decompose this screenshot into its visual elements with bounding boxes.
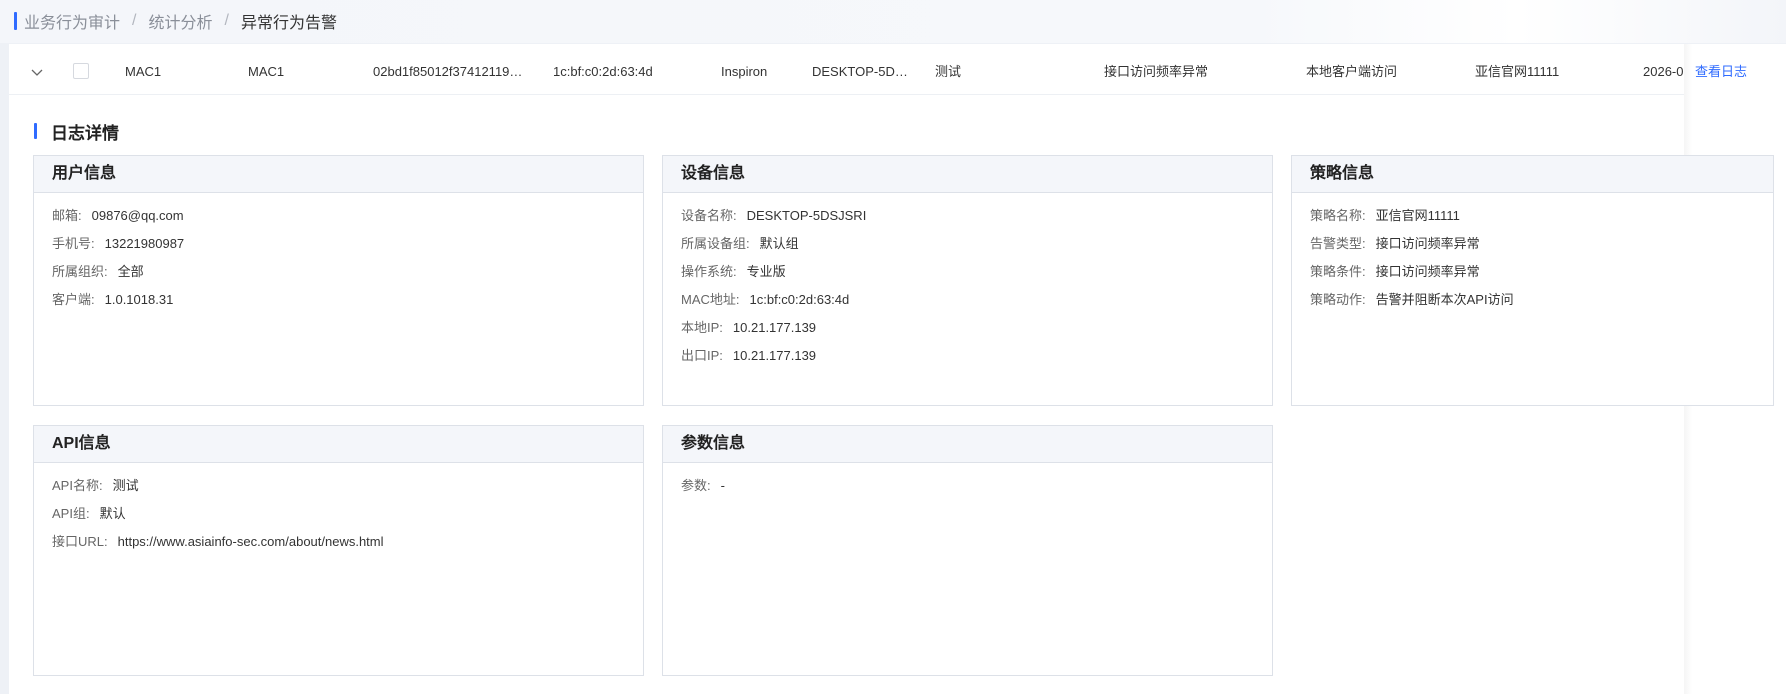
field-value: DESKTOP-5DSJSRI: [746, 208, 867, 223]
field-label: 接口URL:: [52, 534, 108, 549]
field-value: 全部: [117, 264, 144, 279]
field-label: 策略条件:: [1310, 264, 1366, 279]
field-label: API名称:: [52, 478, 103, 493]
field-label: API组:: [52, 506, 90, 521]
field-label: MAC地址:: [681, 292, 740, 307]
field-row: API组: 默认: [52, 503, 126, 522]
breadcrumb: 业务行为审计 / 统计分析 / 异常行为告警: [14, 10, 337, 32]
user-info-card: 用户信息 邮箱: 09876@qq.com 手机号: 13221980987 所属组…: [33, 155, 644, 406]
field-label: 策略名称:: [1310, 208, 1366, 223]
field-value: 10.21.177.139: [732, 320, 817, 335]
table-cell: 2026-0: [1643, 64, 1684, 79]
field-value: 默认: [99, 506, 126, 521]
field-row: 邮箱: 09876@qq.com: [52, 205, 184, 224]
field-value: 10.21.177.139: [732, 348, 817, 363]
view-log-link[interactable]: 查看日志: [1695, 50, 1747, 94]
table-cell: DESKTOP-5D…: [812, 64, 908, 79]
field-row: 所属设备组: 默认组: [681, 233, 799, 252]
table-cell: 接口访问频率异常: [1104, 64, 1209, 79]
card-title: 设备信息: [663, 156, 1272, 193]
card-title: API信息: [34, 426, 643, 463]
device-info-card: 设备信息 设备名称: DESKTOP-5DSJSRI 所属设备组: 默认组 操作系统…: [662, 155, 1273, 406]
chevron-down-icon[interactable]: [29, 64, 45, 80]
field-row: 所属组织: 全部: [52, 261, 144, 280]
table-cell: 02bd1f85012f37412119…: [373, 64, 523, 79]
field-label: 参数:: [681, 478, 711, 493]
field-label: 客户端:: [52, 292, 95, 307]
field-row: 策略动作: 告警并阻断本次API访问: [1310, 289, 1514, 308]
card-title: 用户信息: [34, 156, 643, 193]
breadcrumb-item-current: 异常行为告警: [240, 15, 337, 32]
field-row: MAC地址: 1c:bf:c0:2d:63:4d: [681, 289, 849, 308]
table-row[interactable]: MAC1 MAC1 02bd1f85012f37412119… 1c:bf:c0…: [9, 50, 1684, 95]
breadcrumb-accent-bar: [14, 12, 17, 30]
field-row: 本地IP: 10.21.177.139: [681, 317, 816, 336]
field-value: 亚信官网11111: [1375, 208, 1460, 223]
card-title: 策略信息: [1292, 156, 1773, 193]
field-row: 策略名称: 亚信官网11111: [1310, 205, 1460, 224]
field-value: 1c:bf:c0:2d:63:4d: [749, 292, 850, 307]
table-cell: 本地客户端访问: [1306, 64, 1398, 79]
api-info-card: API信息 API名称: 测试 API组: 默认 接口URL: https://www…: [33, 425, 644, 676]
table-cell: MAC1: [125, 64, 162, 79]
field-value: 09876@qq.com: [91, 208, 184, 223]
field-value: 13221980987: [104, 236, 185, 251]
field-row: API名称: 测试: [52, 475, 139, 494]
field-row: 手机号: 13221980987: [52, 233, 184, 252]
field-value: https://www.asiainfo-sec.com/about/news.…: [117, 534, 384, 549]
section-title: 日志详情: [34, 119, 119, 143]
field-value: -: [720, 478, 725, 493]
field-row: 设备名称: DESKTOP-5DSJSRI: [681, 205, 866, 224]
field-row: 参数: -: [681, 475, 725, 494]
breadcrumb-separator: /: [132, 12, 137, 29]
table-cell: 测试: [935, 64, 962, 79]
row-checkbox[interactable]: [73, 63, 89, 79]
field-label: 出口IP:: [681, 348, 723, 363]
policy-info-card: 策略信息 策略名称: 亚信官网11111 告警类型: 接口访问频率异常 策略条件: 接…: [1291, 155, 1774, 406]
breadcrumb-item-audit[interactable]: 业务行为审计: [24, 9, 120, 33]
field-row: 客户端: 1.0.1018.31: [52, 289, 173, 308]
field-value: 接口访问频率异常: [1375, 264, 1480, 279]
field-label: 告警类型:: [1310, 236, 1366, 251]
section-accent-bar: [34, 123, 37, 139]
field-value: 测试: [112, 478, 139, 493]
field-label: 邮箱:: [52, 208, 82, 223]
section-title-text: 日志详情: [51, 123, 119, 143]
field-row: 出口IP: 10.21.177.139: [681, 345, 816, 364]
field-label: 手机号:: [52, 236, 95, 251]
field-label: 本地IP:: [681, 320, 723, 335]
card-title: 参数信息: [663, 426, 1272, 463]
field-row: 操作系统: 专业版: [681, 261, 786, 280]
table-cell: Inspiron: [721, 64, 768, 79]
field-label: 所属组织:: [52, 264, 108, 279]
field-row: 接口URL: https://www.asiainfo-sec.com/about…: [52, 531, 384, 550]
field-value: 1.0.1018.31: [104, 292, 174, 307]
field-label: 设备名称:: [681, 208, 737, 223]
field-row: 策略条件: 接口访问频率异常: [1310, 261, 1480, 280]
breadcrumb-separator: /: [224, 12, 229, 29]
top-bar: 业务行为审计 / 统计分析 / 异常行为告警: [0, 0, 1786, 43]
breadcrumb-item-stats[interactable]: 统计分析: [148, 9, 212, 33]
table-cell: 1c:bf:c0:2d:63:4d: [553, 64, 653, 79]
field-value: 接口访问频率异常: [1375, 236, 1480, 251]
field-value: 专业版: [746, 264, 786, 279]
field-label: 策略动作:: [1310, 292, 1366, 307]
table-cell: MAC1: [248, 64, 285, 79]
field-label: 所属设备组:: [681, 236, 750, 251]
field-value: 默认组: [759, 236, 799, 251]
table-cell: 亚信官网11111: [1475, 64, 1560, 79]
params-info-card: 参数信息 参数: -: [662, 425, 1273, 676]
field-value: 告警并阻断本次API访问: [1375, 292, 1514, 307]
field-row: 告警类型: 接口访问频率异常: [1310, 233, 1480, 252]
field-label: 操作系统:: [681, 264, 737, 279]
